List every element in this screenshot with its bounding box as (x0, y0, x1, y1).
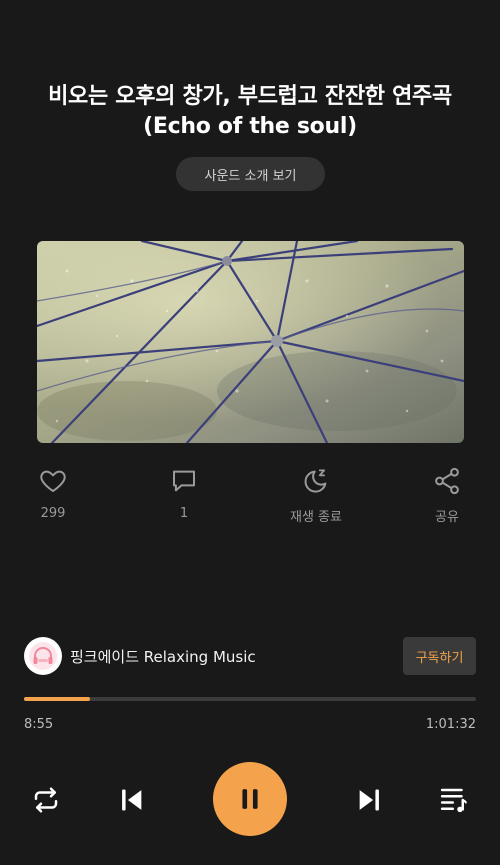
sleep-timer-label: 재생 종료 (290, 510, 342, 525)
share-button[interactable]: 공유 (407, 466, 487, 525)
cover-image (37, 241, 464, 443)
comment-icon (173, 470, 195, 492)
progress-bar[interactable] (24, 697, 476, 701)
channel-row: 핑크에이드 Relaxing Music 구독하기 (24, 637, 476, 675)
channel-avatar[interactable] (24, 637, 62, 675)
share-icon (435, 467, 459, 495)
track-title: 비오는 오후의 창가, 부드럽고 잔잔한 연주곡 (Echo of the so… (48, 84, 452, 139)
repeat-icon (34, 787, 58, 813)
headphone-logo-icon (29, 642, 57, 670)
total-time: 1:01:32 (425, 717, 476, 732)
subscribe-button[interactable]: 구독하기 (403, 637, 476, 675)
comment-count: 1 (179, 506, 189, 521)
sleep-timer-button[interactable]: 재생 종료 (276, 466, 356, 525)
previous-button[interactable] (115, 784, 149, 816)
comment-button[interactable]: 1 (144, 466, 224, 521)
heart-icon (40, 470, 66, 492)
playlist-icon (440, 788, 467, 813)
pause-icon (242, 789, 258, 809)
like-button[interactable]: 299 (13, 466, 93, 521)
repeat-button[interactable] (29, 784, 63, 816)
pause-button[interactable] (213, 762, 287, 836)
share-label: 공유 (435, 510, 459, 525)
next-icon (359, 789, 379, 811)
channel-name[interactable]: 핑크에이드 Relaxing Music (70, 646, 256, 667)
like-count: 299 (40, 506, 66, 521)
next-button[interactable] (352, 784, 386, 816)
action-bar: 299 1 재생 종료 공유 (0, 466, 500, 526)
sleep-timer-icon (304, 469, 327, 493)
current-time: 8:55 (24, 717, 54, 732)
playlist-button[interactable] (437, 784, 471, 816)
previous-icon (122, 789, 142, 811)
sound-intro-button[interactable]: 사운드 소개 보기 (176, 157, 325, 191)
progress-fill (24, 697, 90, 701)
